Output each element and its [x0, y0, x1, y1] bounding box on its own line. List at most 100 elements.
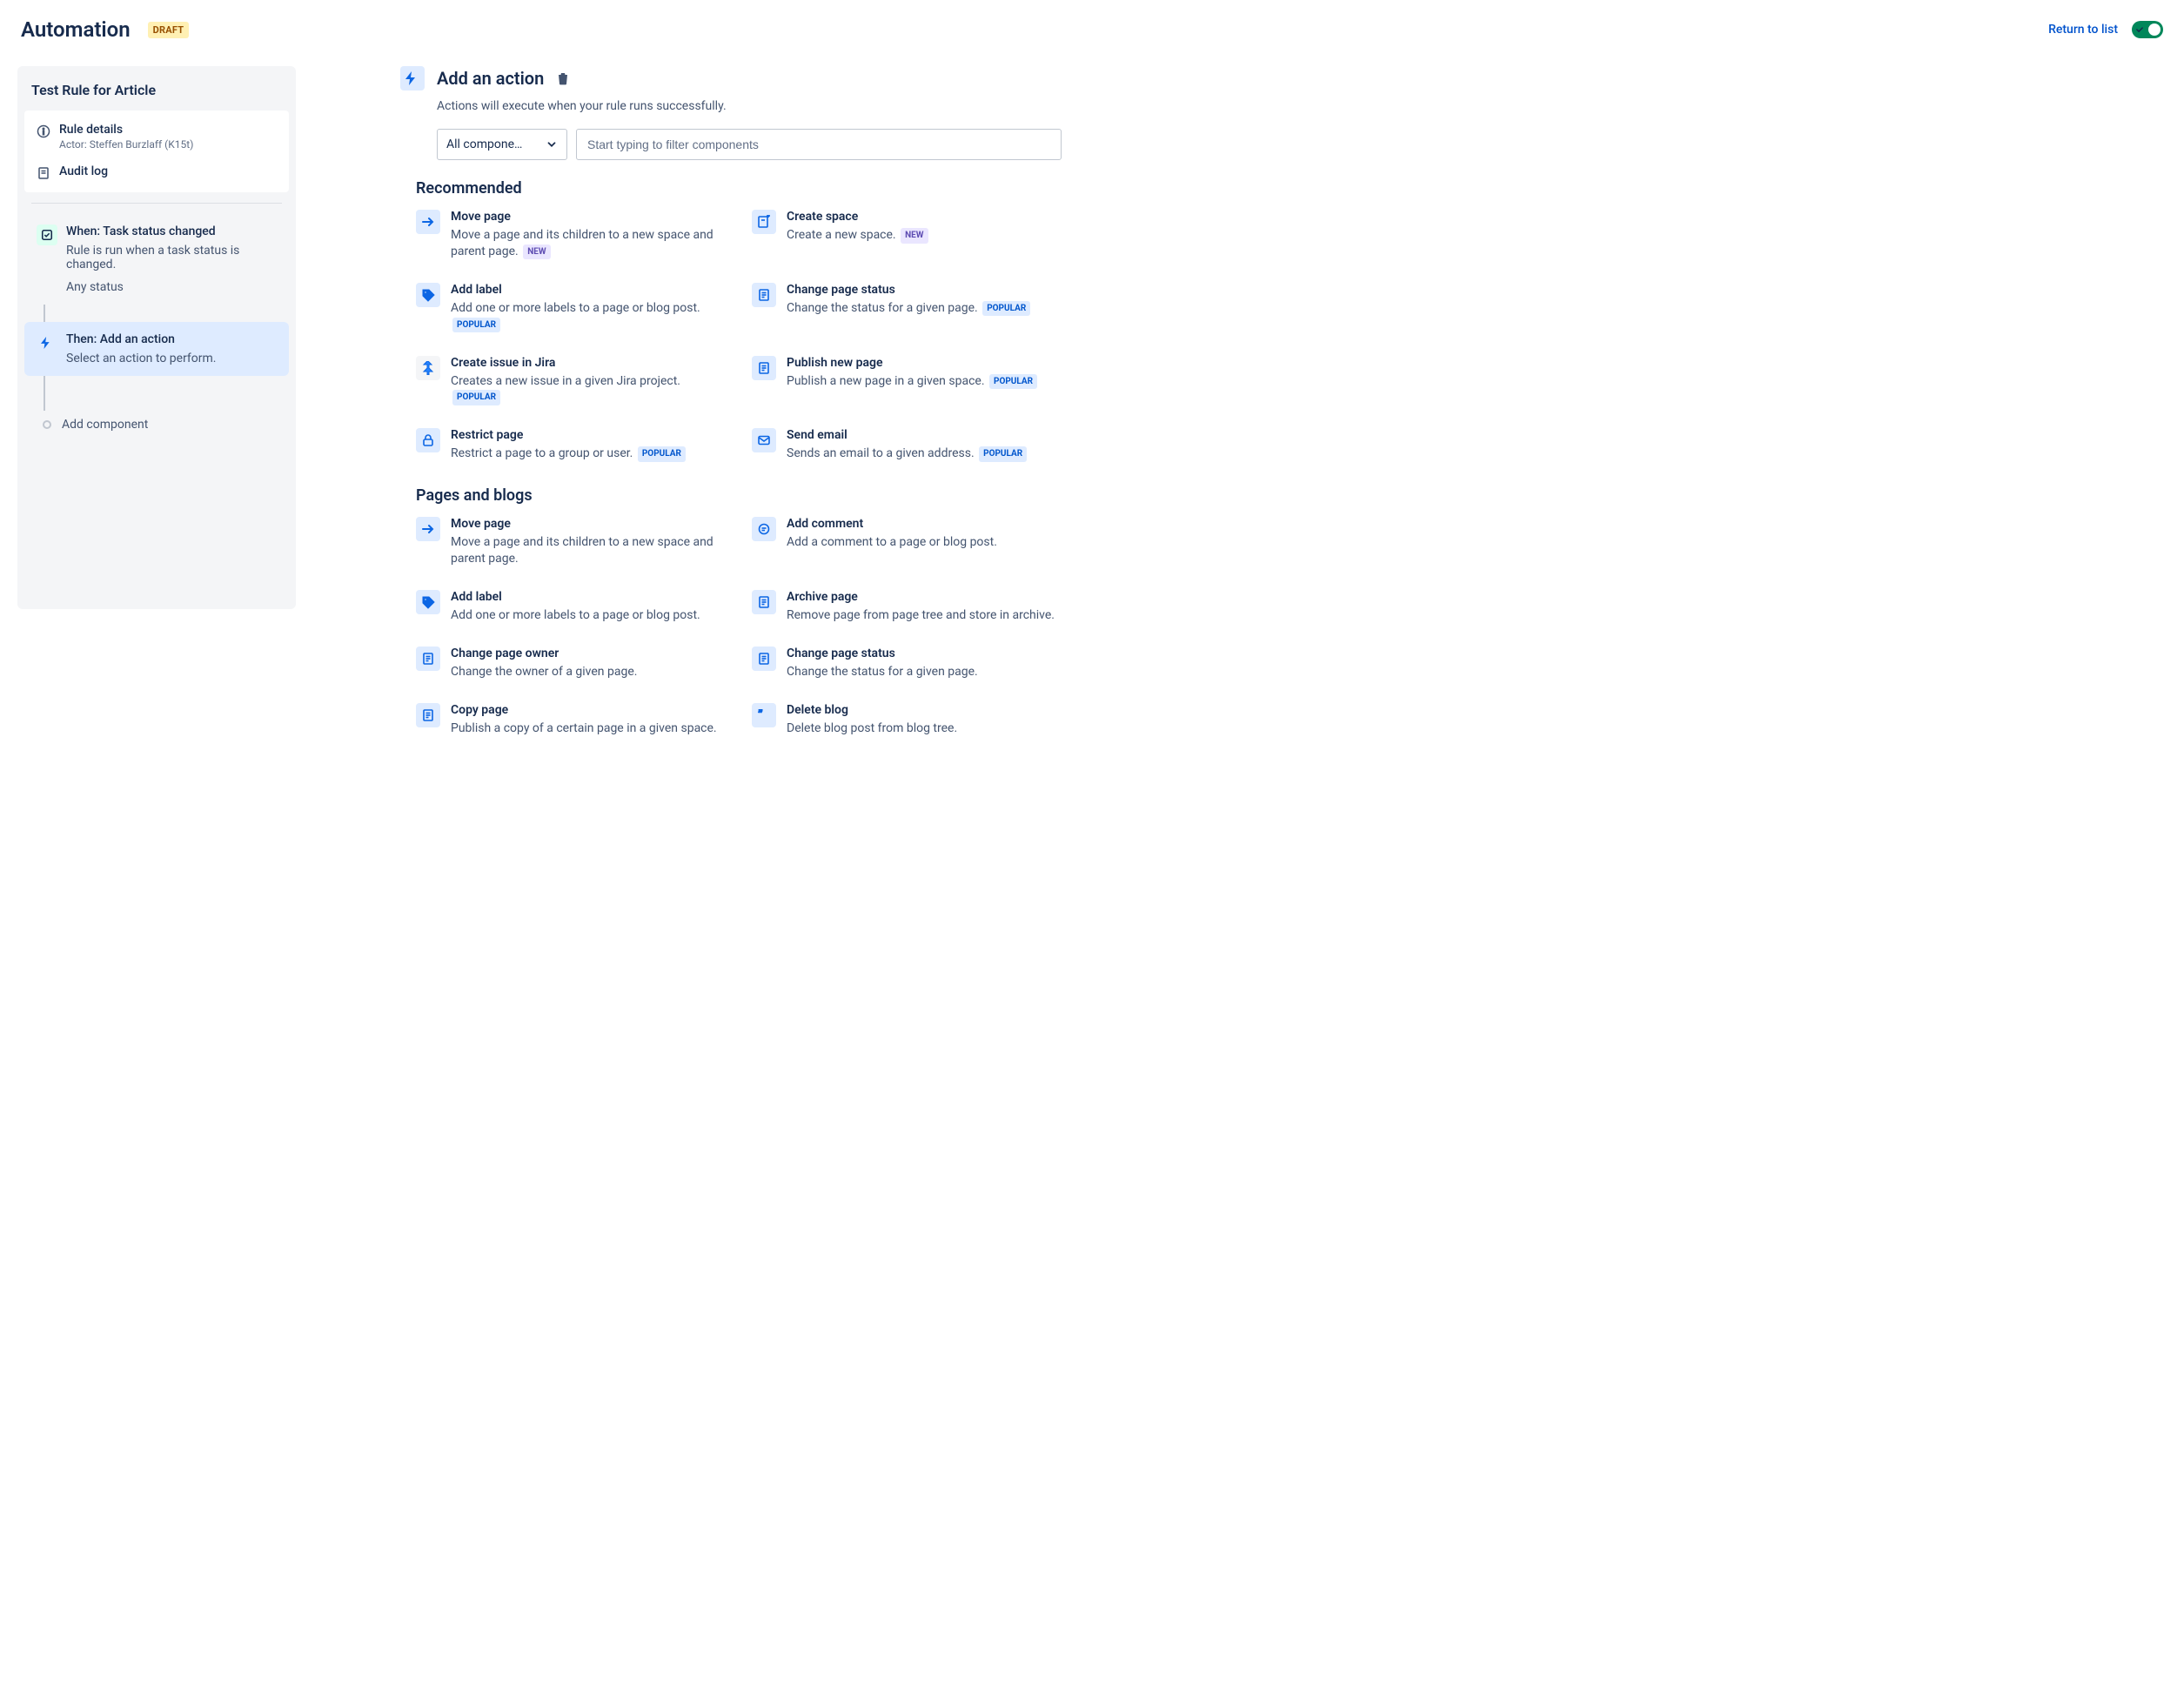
action-card[interactable]: Change page ownerChange the owner of a g… [416, 647, 726, 680]
select-value: All compone… [446, 137, 522, 151]
sidebar-item-audit-log[interactable]: Audit log [24, 157, 289, 187]
action-title: Add comment [787, 517, 997, 531]
component-search-input[interactable] [576, 129, 1062, 160]
jira-icon [416, 356, 440, 380]
flow-connector [44, 376, 289, 411]
rule-meta-card: Rule details Actor: Steffen Burzlaff (K1… [24, 111, 289, 192]
circle-icon [43, 420, 51, 429]
action-desc: Sends an email to a given address. POPUL… [787, 446, 1027, 462]
action-desc: Move a page and its children to a new sp… [451, 227, 726, 260]
action-card[interactable]: Copy pagePublish a copy of a certain pag… [416, 703, 726, 737]
arrow-right-icon [416, 517, 440, 541]
page-header: Automation DRAFT Return to list [17, 17, 2167, 42]
action-picker-panel: Add an action Actions will execute when … [400, 66, 1062, 761]
action-desc: Select an action to perform. [66, 352, 216, 365]
action-desc: Create a new space. NEW [787, 227, 928, 244]
action-desc: Creates a new issue in a given Jira proj… [451, 373, 726, 406]
component-category-select[interactable]: All compone… [437, 129, 567, 160]
action-title: Copy page [451, 703, 717, 717]
action-card[interactable]: Move page Move a page and its children to… [416, 517, 726, 567]
bolt-icon [37, 332, 57, 353]
rule-title: Test Rule for Article [17, 66, 296, 111]
page-icon [752, 356, 776, 380]
action-badge: NEW [523, 245, 550, 260]
trigger-extra: Any status [66, 280, 277, 294]
trigger-step[interactable]: When: Task status changed Rule is run wh… [24, 214, 289, 305]
tag-icon [416, 590, 440, 614]
action-grid: Move page Move a page and its children to… [416, 210, 1062, 462]
page-icon [416, 647, 440, 671]
action-desc: Add one or more labels to a page or blog… [451, 300, 726, 333]
action-desc: Delete blog post from blog tree. [787, 720, 957, 737]
action-card[interactable]: Delete blog Delete blog post from blog tr… [752, 703, 1062, 737]
action-badge: POPULAR [982, 301, 1030, 317]
action-desc: Change the owner of a given page. [451, 664, 637, 680]
page-icon [752, 590, 776, 614]
mail-icon [752, 428, 776, 452]
action-title: Delete blog [787, 703, 957, 717]
action-card[interactable]: Restrict page Restrict a page to a group … [416, 428, 726, 462]
action-title: Create issue in Jira [451, 356, 726, 370]
action-badge: POPULAR [452, 390, 500, 405]
action-card[interactable]: Add comment Add a comment to a page or bl… [752, 517, 1062, 567]
bubble-icon [752, 517, 776, 541]
action-card[interactable]: Add label Add one or more labels to a pag… [416, 283, 726, 333]
rule-actor-label: Actor: Steffen Burzlaff (K15t) [59, 138, 193, 151]
page-plus-icon [752, 210, 776, 234]
flow-connector [44, 305, 289, 322]
tag-icon [416, 283, 440, 307]
action-desc: Restrict a page to a group or user. POPU… [451, 446, 686, 462]
trigger-desc: Rule is run when a task status is change… [66, 244, 277, 271]
page-icon [416, 703, 440, 727]
action-title: Move page [451, 517, 726, 531]
action-title: Change page status [787, 647, 978, 660]
add-component-label: Add component [62, 418, 148, 432]
rule-sidebar: Test Rule for Article Rule details Actor… [17, 66, 296, 609]
audit-log-label: Audit log [59, 164, 108, 178]
section-title: Pages and blogs [416, 486, 1062, 505]
sidebar-item-rule-details[interactable]: Rule details Actor: Steffen Burzlaff (K1… [24, 116, 289, 157]
rule-details-label: Rule details [59, 123, 193, 137]
return-to-list-link[interactable]: Return to list [2048, 23, 2118, 37]
action-title: Then: Add an action [66, 332, 216, 346]
action-badge: POPULAR [989, 374, 1037, 390]
lock-icon [416, 428, 440, 452]
check-square-icon [37, 224, 57, 245]
action-step-selected[interactable]: Then: Add an action Select an action to … [24, 322, 289, 376]
bolt-icon [400, 66, 425, 90]
action-card[interactable]: Add labelAdd one or more labels to a pag… [416, 590, 726, 624]
add-component-button[interactable]: Add component [24, 411, 289, 439]
action-badge: POPULAR [638, 446, 686, 462]
action-card[interactable]: Change page statusChange the status for … [752, 283, 1062, 333]
action-desc: Add a comment to a page or blog post. [787, 534, 997, 551]
action-badge: POPULAR [452, 318, 500, 333]
action-card[interactable]: Publish new pagePublish a new page in a … [752, 356, 1062, 406]
status-badge: DRAFT [148, 22, 190, 38]
action-desc: Change the status for a given page. POPU… [787, 300, 1030, 317]
chevron-down-icon [546, 138, 558, 151]
panel-subheading: Actions will execute when your rule runs… [437, 99, 1062, 113]
panel-heading: Add an action [437, 68, 544, 89]
delete-action-button[interactable] [556, 71, 570, 85]
action-section: Pages and blogs Move page Move a page and … [416, 486, 1062, 736]
action-card[interactable]: Create spaceCreate a new space. NEW [752, 210, 1062, 260]
page-icon [752, 283, 776, 307]
action-card[interactable]: Move page Move a page and its children to… [416, 210, 726, 260]
action-card[interactable]: Change page statusChange the status for … [752, 647, 1062, 680]
action-title: Restrict page [451, 428, 686, 442]
rule-enabled-toggle[interactable] [2132, 21, 2163, 38]
action-title: Send email [787, 428, 1027, 442]
page-icon [752, 647, 776, 671]
action-badge: POPULAR [979, 446, 1027, 462]
check-icon [2135, 25, 2144, 34]
action-title: Add label [451, 590, 700, 604]
action-desc: Publish a new page in a given space. POP… [787, 373, 1037, 390]
arrow-right-icon [416, 210, 440, 234]
action-card[interactable]: Send email Sends an email to a given addr… [752, 428, 1062, 462]
action-card[interactable]: Create issue in Jira Creates a new issue … [416, 356, 726, 406]
action-desc: Move a page and its children to a new sp… [451, 534, 726, 567]
quote-icon [752, 703, 776, 727]
action-title: Move page [451, 210, 726, 224]
action-card[interactable]: Archive pageRemove page from page tree a… [752, 590, 1062, 624]
action-title: Add label [451, 283, 726, 297]
